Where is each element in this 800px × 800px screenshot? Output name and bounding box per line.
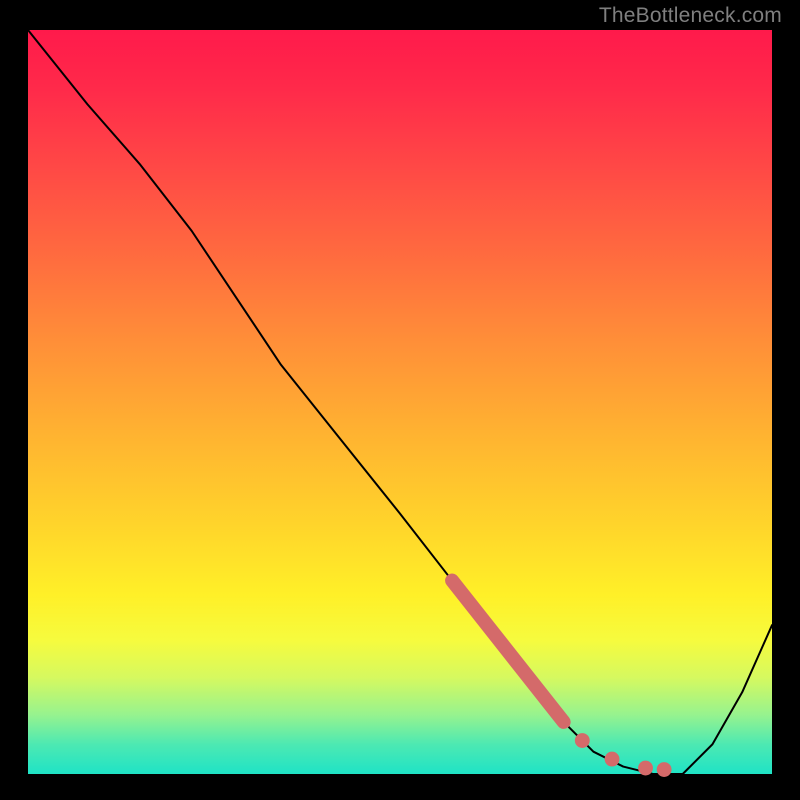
plot-svg bbox=[28, 30, 772, 774]
highlight-dot bbox=[638, 761, 653, 776]
highlight-dot bbox=[605, 752, 620, 767]
chart-frame: TheBottleneck.com bbox=[0, 0, 800, 800]
plot-area bbox=[28, 30, 772, 774]
highlight-dot bbox=[657, 762, 672, 777]
attribution-text: TheBottleneck.com bbox=[599, 4, 782, 28]
curve-line bbox=[28, 30, 772, 774]
highlight-dot bbox=[575, 733, 590, 748]
highlight-segment bbox=[452, 581, 564, 722]
highlight-dots bbox=[575, 733, 672, 777]
